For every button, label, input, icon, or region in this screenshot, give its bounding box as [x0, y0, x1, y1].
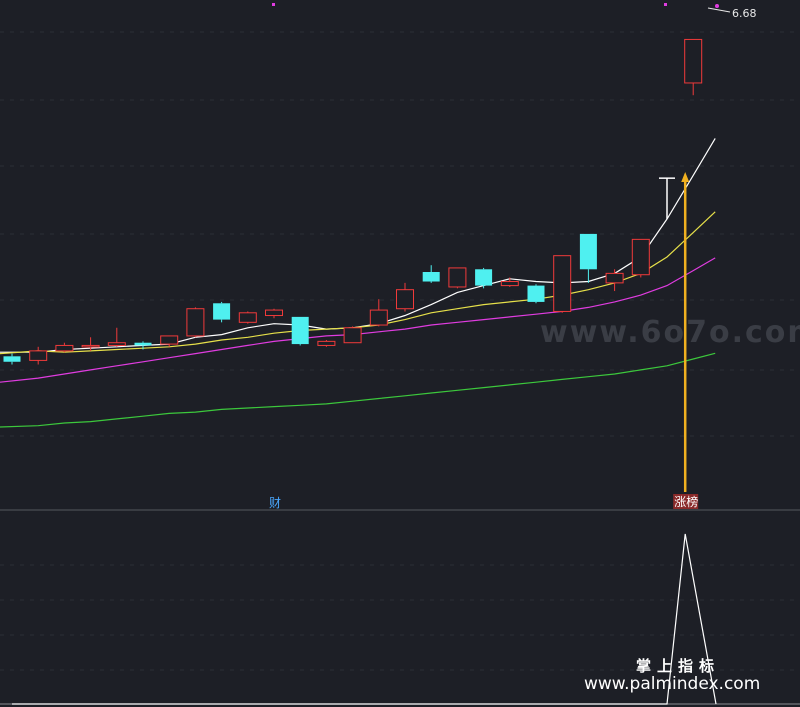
candle	[369, 299, 388, 327]
candle-body	[55, 344, 74, 352]
top-marker-dot	[272, 3, 275, 6]
candle-body	[343, 327, 362, 344]
candle-body	[631, 238, 650, 276]
stock-chart: 财 涨榜 6.68 www.6o7o.com 掌上指标 www.palmindex…	[0, 3, 800, 705]
candle	[343, 326, 362, 344]
candle-body	[369, 309, 388, 326]
candle	[160, 335, 179, 347]
candle	[29, 346, 48, 365]
candle-body	[134, 342, 152, 346]
arrow-head	[681, 172, 690, 182]
candle	[659, 177, 675, 219]
candle	[238, 311, 257, 324]
candle-body	[684, 38, 703, 84]
candle-body	[475, 269, 493, 286]
candle	[631, 238, 650, 278]
ma-line	[0, 352, 716, 428]
candle-body	[3, 356, 21, 362]
candle-body	[107, 342, 126, 346]
high-dot	[715, 4, 719, 8]
candle-body	[500, 281, 519, 287]
candle-body	[527, 285, 545, 302]
annotations: 财 涨榜	[269, 4, 731, 510]
candle-body	[160, 335, 179, 345]
watermark-site: www.6o7o.com	[540, 315, 800, 350]
candle	[422, 265, 440, 283]
candle-body	[81, 344, 100, 348]
candle	[317, 340, 336, 347]
candle-body	[238, 312, 257, 323]
watermark-cn: 掌上指标	[636, 657, 720, 675]
high-pointer-line	[707, 7, 731, 13]
candle-body	[291, 316, 309, 345]
candle	[107, 327, 126, 347]
candle	[3, 353, 21, 365]
candle	[553, 255, 572, 313]
candle	[579, 233, 597, 283]
candle	[55, 342, 74, 353]
candle	[475, 267, 493, 289]
candle	[186, 307, 205, 338]
candle-body	[213, 303, 231, 320]
watermark-url: www.palmindex.com	[584, 674, 760, 694]
candle-body	[448, 267, 467, 288]
top-marker-dot	[664, 3, 667, 6]
candle	[213, 301, 231, 323]
candle-body	[579, 233, 597, 270]
candle	[448, 267, 467, 289]
candle	[527, 284, 545, 304]
candle	[265, 308, 283, 319]
marker-label: 涨榜	[674, 494, 698, 509]
marker-label: 财	[269, 496, 281, 510]
candle-body	[422, 272, 440, 282]
candle-body	[553, 255, 572, 312]
candle	[396, 282, 414, 312]
candle-body	[29, 350, 48, 361]
candle	[291, 316, 309, 346]
candle-body	[265, 309, 283, 317]
candle	[684, 38, 703, 96]
candle-body	[396, 289, 414, 310]
high-price-label: 6.68	[732, 7, 757, 20]
candle-body	[317, 340, 336, 346]
grid-lines	[0, 3, 800, 705]
candle	[605, 269, 624, 292]
candle-body	[605, 272, 624, 284]
candle-body	[186, 308, 205, 337]
